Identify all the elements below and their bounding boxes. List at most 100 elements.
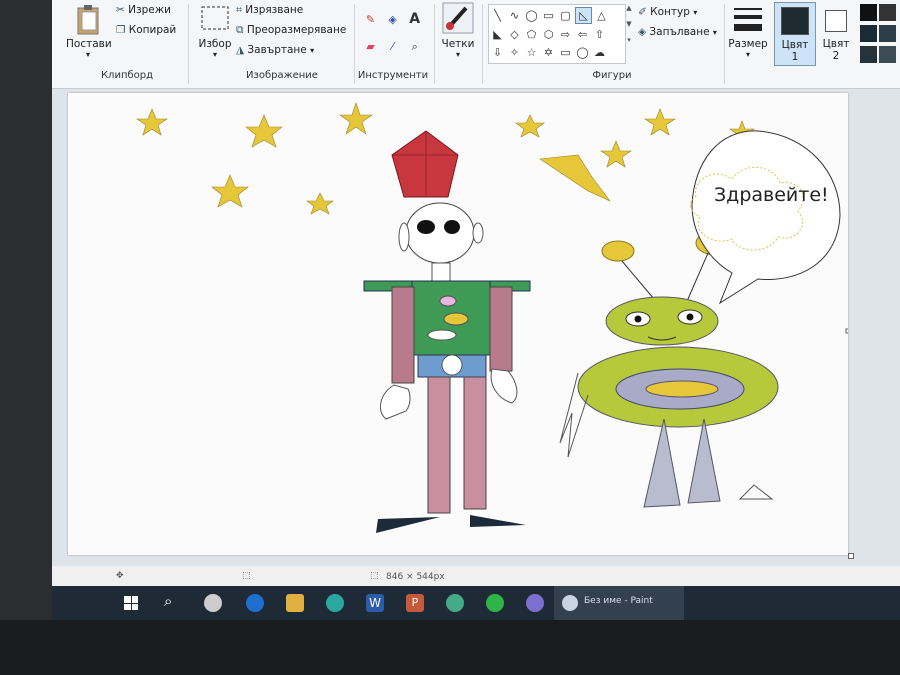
resize-button[interactable]: ⧉ Преоразмеряване bbox=[236, 24, 346, 37]
polygon-shape-icon[interactable]: ◺ bbox=[575, 7, 592, 24]
task-view-icon[interactable] bbox=[204, 594, 222, 612]
star5-shape-icon[interactable]: ☆ bbox=[524, 45, 539, 60]
rectangle-shape-icon[interactable]: ▭ bbox=[541, 8, 556, 23]
file-explorer-icon[interactable] bbox=[286, 594, 304, 612]
hexagon-shape-icon[interactable]: ⬡ bbox=[541, 27, 556, 42]
divider bbox=[724, 4, 725, 84]
callout-oval-shape-icon[interactable]: ◯ bbox=[575, 45, 590, 60]
robot-buckle bbox=[441, 354, 463, 376]
rotate-icon: ◮ bbox=[236, 44, 245, 56]
palette-swatch[interactable] bbox=[879, 4, 896, 21]
pentagon-shape-icon[interactable]: ⬠ bbox=[524, 27, 539, 42]
line-shape-icon[interactable]: ╲ bbox=[490, 8, 505, 23]
powerpoint-icon[interactable]: P bbox=[406, 594, 424, 612]
chevron-down-icon: ▾ bbox=[212, 50, 217, 59]
callout-cloud-shape-icon[interactable]: ☁ bbox=[592, 45, 607, 60]
magnifier-icon[interactable]: ⌕ bbox=[407, 39, 422, 54]
color1-button[interactable]: Цвят 1 bbox=[774, 2, 816, 66]
viber-icon[interactable] bbox=[526, 594, 544, 612]
color1-label: Цвят bbox=[781, 39, 809, 51]
fill-label: Запълване bbox=[649, 26, 710, 38]
paste-button[interactable]: Постави ▾ bbox=[66, 4, 112, 59]
triangle-shape-icon[interactable]: △ bbox=[594, 8, 609, 23]
robot-ear bbox=[398, 222, 410, 252]
shapes-gallery: ╲ ∿ ◯ ▭ ▢ ◺ △ ◣ ◇ ⬠ ⬡ ⇨ ⇦ ⇧ ⇩ ✧ ☆ ✡ ▭ ◯ ☁ bbox=[488, 4, 626, 64]
color-picker-icon[interactable]: ⁄ bbox=[385, 39, 400, 54]
palette-swatch[interactable] bbox=[879, 25, 896, 42]
eraser-icon[interactable]: ▰ bbox=[363, 39, 378, 54]
windows-start-icon[interactable] bbox=[124, 596, 138, 610]
search-icon[interactable]: ⌕ bbox=[164, 592, 172, 610]
robot-button bbox=[427, 329, 457, 341]
word-icon[interactable]: W bbox=[366, 594, 384, 612]
copy-button[interactable]: ❐ Копирай bbox=[116, 24, 176, 36]
outline-button[interactable]: ✐ Контур ▾ bbox=[638, 6, 697, 18]
chevron-down-icon: ▾ bbox=[693, 8, 698, 17]
fill-bucket-icon[interactable]: ◈ bbox=[385, 12, 400, 27]
chevron-down-icon: ▾ bbox=[712, 28, 717, 37]
outline-brush-icon: ✐ bbox=[638, 6, 647, 18]
palette-swatch[interactable] bbox=[860, 25, 877, 42]
alien-antenna-ball bbox=[601, 240, 635, 262]
chevron-down-icon: ▾ bbox=[310, 46, 315, 55]
palette-swatch[interactable] bbox=[879, 46, 896, 63]
color2-swatch bbox=[825, 10, 847, 32]
small-triangle bbox=[738, 484, 774, 500]
fill-button[interactable]: ◈ Запълване ▾ bbox=[638, 26, 717, 38]
color2-number: 2 bbox=[832, 50, 840, 62]
arrow-down-shape-icon[interactable]: ⇩ bbox=[490, 45, 505, 60]
color1-swatch bbox=[781, 7, 809, 35]
line-weight-icon bbox=[734, 8, 762, 31]
divider bbox=[482, 4, 483, 84]
image-group-label: Изображение bbox=[246, 70, 318, 81]
robot-neck bbox=[431, 262, 451, 282]
callout-rect-shape-icon[interactable]: ▭ bbox=[558, 45, 573, 60]
palette-swatch[interactable] bbox=[860, 4, 877, 21]
star-shape bbox=[136, 108, 168, 136]
diamond-shape-icon[interactable]: ◇ bbox=[507, 27, 522, 42]
rounded-rect-shape-icon[interactable]: ▢ bbox=[558, 8, 573, 23]
rotate-label: Завъртане bbox=[247, 44, 307, 56]
text-icon[interactable]: A bbox=[407, 12, 422, 27]
store-icon[interactable] bbox=[326, 594, 344, 612]
crop-button[interactable]: ⌗ Изрязване bbox=[236, 4, 303, 17]
paint-taskbar-button[interactable]: Без име - Paint bbox=[554, 586, 684, 622]
crop-label: Изрязване bbox=[245, 4, 304, 16]
palette-swatch[interactable] bbox=[860, 46, 877, 63]
color2-button[interactable]: Цвят 2 bbox=[818, 2, 854, 62]
arrow-up-shape-icon[interactable]: ⇧ bbox=[592, 27, 607, 42]
color2-label: Цвят bbox=[822, 38, 850, 50]
star-shape bbox=[245, 114, 283, 148]
select-button[interactable]: Избор ▾ bbox=[196, 4, 234, 59]
star4-shape-icon[interactable]: ✧ bbox=[507, 45, 522, 60]
monitor-bezel-left bbox=[0, 0, 52, 620]
star6-shape-icon[interactable]: ✡ bbox=[541, 45, 556, 60]
cut-button[interactable]: ✂ Изрежи bbox=[116, 4, 171, 16]
size-button[interactable]: Размер ▾ bbox=[728, 4, 768, 59]
shapes-scroll[interactable]: ▲ ▼ ▾ bbox=[624, 4, 634, 62]
robot-leg bbox=[463, 376, 487, 510]
color-palette bbox=[860, 4, 900, 63]
robot-hat bbox=[391, 130, 459, 198]
brushes-button[interactable]: Четки ▾ bbox=[438, 2, 478, 59]
copy-icon: ❐ bbox=[116, 24, 126, 36]
edge-browser-icon[interactable] bbox=[246, 594, 264, 612]
rotate-button[interactable]: ◮ Завъртане ▾ bbox=[236, 44, 314, 56]
canvas-corner-handle[interactable] bbox=[848, 553, 854, 559]
arrow-right-shape-icon[interactable]: ⇨ bbox=[558, 27, 573, 42]
outline-label: Контур bbox=[650, 6, 690, 18]
divider bbox=[188, 4, 189, 84]
robot-button bbox=[443, 312, 469, 326]
chevron-down-icon: ▾ bbox=[85, 50, 90, 59]
curve-shape-icon[interactable]: ∿ bbox=[507, 8, 522, 23]
whatsapp-icon[interactable] bbox=[486, 594, 504, 612]
oval-shape-icon[interactable]: ◯ bbox=[524, 8, 539, 23]
canvas-resize-handle[interactable] bbox=[845, 328, 848, 334]
drawing-canvas[interactable]: Здравейте! bbox=[68, 93, 854, 559]
arrow-left-shape-icon[interactable]: ⇦ bbox=[575, 27, 590, 42]
right-triangle-shape-icon[interactable]: ◣ bbox=[490, 27, 505, 42]
brush-icon bbox=[442, 2, 474, 34]
copy-label: Копирай bbox=[128, 24, 177, 36]
pencil-icon[interactable]: ✎ bbox=[363, 12, 378, 27]
chrome-icon[interactable] bbox=[446, 594, 464, 612]
